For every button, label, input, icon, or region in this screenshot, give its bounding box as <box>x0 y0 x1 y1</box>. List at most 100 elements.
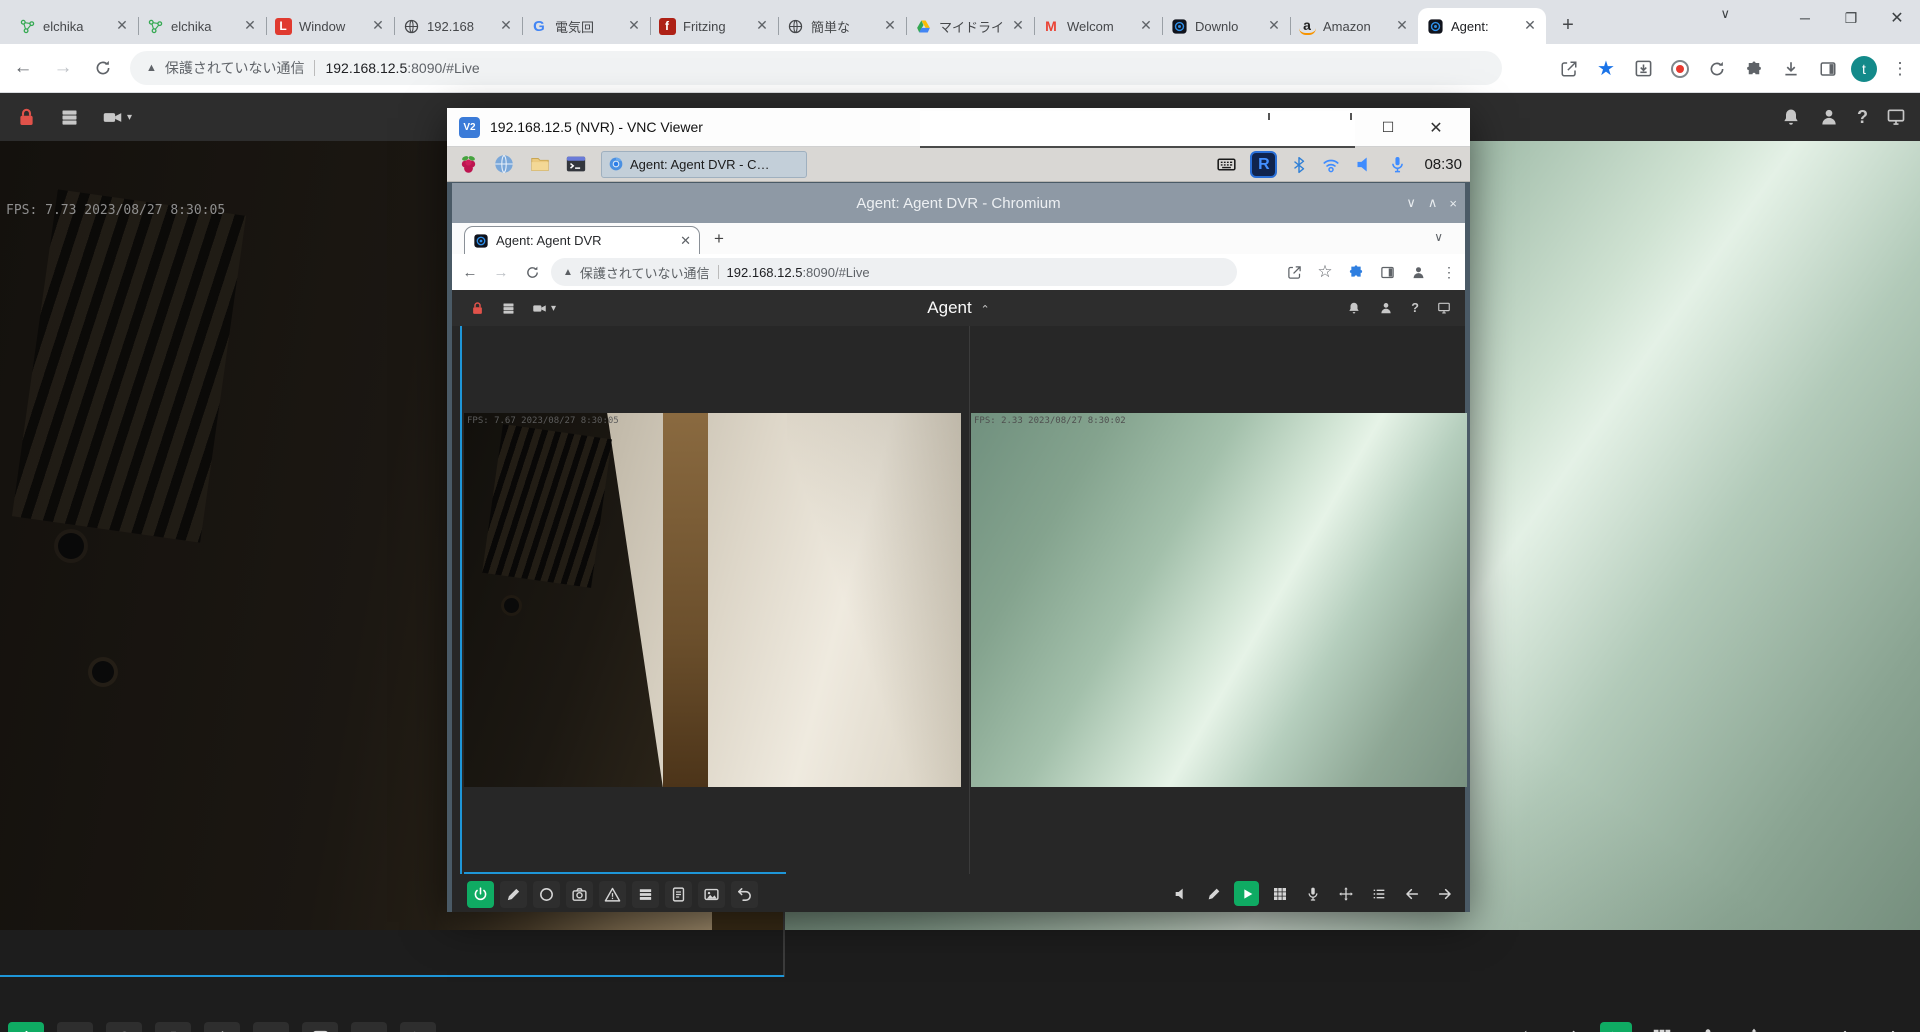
microphone-button[interactable] <box>1300 881 1325 906</box>
agent-page-title[interactable]: Agent ⌃ <box>452 298 1465 318</box>
arrow-left-button[interactable] <box>1830 1022 1862 1032</box>
chromium-address-bar[interactable]: ▲ 保護されていない通信 192.168.12.5 :8090/#Live <box>551 258 1237 286</box>
downloads-icon[interactable] <box>1777 55 1805 83</box>
chromium-reload-button[interactable] <box>519 259 545 285</box>
monitor-button[interactable] <box>1437 301 1451 315</box>
play-button[interactable] <box>1600 1022 1632 1032</box>
chromium-maximize-button[interactable]: ∧ <box>1428 195 1438 211</box>
side-panel-icon[interactable] <box>1814 55 1842 83</box>
speaker-button[interactable] <box>1508 1022 1540 1032</box>
layers-button[interactable] <box>253 1022 289 1032</box>
address-bar[interactable]: ▲ 保護されていない通信 192.168.12.5 :8090/#Live <box>130 51 1502 85</box>
extensions-puzzle-icon[interactable] <box>1740 55 1768 83</box>
volume-icon[interactable] <box>1354 154 1375 175</box>
microphone-button[interactable] <box>1692 1022 1724 1032</box>
browser-tab-7[interactable]: 簡単な✕ <box>778 8 906 44</box>
monitor-button[interactable] <box>1886 107 1906 127</box>
document-button[interactable] <box>302 1022 338 1032</box>
raspberry-menu-icon[interactable] <box>453 150 483 178</box>
download-box-icon[interactable] <box>1629 55 1657 83</box>
record-circle-button[interactable] <box>533 881 560 908</box>
vnc-server-tray-icon[interactable]: R <box>1250 151 1277 178</box>
chromium-tab-chevron-icon[interactable]: ∨ <box>1434 230 1443 244</box>
arrow-left-button[interactable] <box>1399 881 1424 906</box>
grid-button[interactable] <box>1267 881 1292 906</box>
vnc-toolbar-strip[interactable] <box>920 111 1355 148</box>
recording-indicator-icon[interactable] <box>1666 55 1694 83</box>
move-button[interactable] <box>1738 1022 1770 1032</box>
forward-button[interactable]: → <box>46 51 80 85</box>
browser-tab-11[interactable]: aAmazon✕ <box>1290 8 1418 44</box>
power-button[interactable] <box>467 881 494 908</box>
share-icon[interactable] <box>1283 261 1305 283</box>
tab-close-icon[interactable]: ✕ <box>626 18 642 34</box>
person-button[interactable] <box>1379 301 1393 315</box>
help-button[interactable]: ? <box>1411 301 1419 315</box>
sync-icon[interactable] <box>1703 55 1731 83</box>
vnc-close-button[interactable]: ✕ <box>1412 118 1460 138</box>
camera-button[interactable] <box>566 881 593 908</box>
window-maximize-button[interactable]: ❐ <box>1828 10 1874 27</box>
security-label[interactable]: 保護されていない通信 <box>580 263 710 282</box>
undo-button[interactable] <box>400 1022 436 1032</box>
grid-button[interactable] <box>1646 1022 1678 1032</box>
warning-button[interactable] <box>204 1022 240 1032</box>
tab-close-icon[interactable]: ✕ <box>498 18 514 34</box>
vnc-maximize-button[interactable]: ☐ <box>1364 119 1412 136</box>
tab-close-icon[interactable]: ✕ <box>1010 18 1026 34</box>
window-minimize-button[interactable]: ─ <box>1782 10 1828 26</box>
terminal-icon[interactable] <box>561 150 591 178</box>
profile-avatar[interactable]: t <box>1851 56 1877 82</box>
tab-search-chevron-icon[interactable]: ∨ <box>1720 6 1730 22</box>
browser-tab-1[interactable]: elchika✕ <box>10 8 138 44</box>
layers-button[interactable] <box>632 881 659 908</box>
move-button[interactable] <box>1333 881 1358 906</box>
browser-tab-3[interactable]: LWindow✕ <box>266 8 394 44</box>
profile-icon[interactable] <box>1407 261 1429 283</box>
chromium-tab-agent-dvr[interactable]: Agent: Agent DVR ✕ <box>464 226 700 254</box>
list-button[interactable] <box>1366 881 1391 906</box>
side-panel-icon[interactable] <box>1376 261 1398 283</box>
browser-tab-4[interactable]: 192.168✕ <box>394 8 522 44</box>
arrow-right-button[interactable] <box>1432 881 1457 906</box>
wifi-icon[interactable] <box>1321 155 1341 175</box>
play-button[interactable] <box>1234 881 1259 906</box>
pencil-button[interactable] <box>500 881 527 908</box>
browser-tab-9[interactable]: MWelcom✕ <box>1034 8 1162 44</box>
tab-close-icon[interactable]: ✕ <box>242 18 258 34</box>
tab-close-icon[interactable]: ✕ <box>1266 18 1282 34</box>
tab-close-icon[interactable]: ✕ <box>1522 18 1538 34</box>
browser-tab-8[interactable]: マイドライ✕ <box>906 8 1034 44</box>
reload-button[interactable] <box>86 51 120 85</box>
back-button[interactable]: ← <box>6 51 40 85</box>
file-manager-icon[interactable] <box>525 150 555 178</box>
pencil-button[interactable] <box>1201 881 1226 906</box>
browser-tab-6[interactable]: fFritzing✕ <box>650 8 778 44</box>
camera-button[interactable] <box>155 1022 191 1032</box>
undo-button[interactable] <box>731 881 758 908</box>
bluetooth-icon[interactable] <box>1290 156 1308 174</box>
taskbar-clock[interactable]: 08:30 <box>1424 156 1462 173</box>
browser-tab-10[interactable]: Downlo✕ <box>1162 8 1290 44</box>
tab-close-icon[interactable]: ✕ <box>1394 18 1410 34</box>
person-button[interactable] <box>1819 107 1839 127</box>
camera-feed-speaker[interactable] <box>464 413 961 787</box>
browser-tab-12[interactable]: Agent:✕ <box>1418 8 1546 44</box>
taskbar-task-chromium[interactable]: Agent: Agent DVR - C… <box>601 151 807 178</box>
bell-button[interactable] <box>1781 107 1801 127</box>
tab-close-icon[interactable]: ✕ <box>680 233 691 249</box>
bookmark-star-icon[interactable]: ★ <box>1592 55 1620 83</box>
document-button[interactable] <box>665 881 692 908</box>
arrow-right-button[interactable] <box>1876 1022 1908 1032</box>
keyboard-icon[interactable] <box>1216 154 1237 175</box>
tab-close-icon[interactable]: ✕ <box>882 18 898 34</box>
chromium-menu-icon[interactable]: ⋮ <box>1438 261 1460 283</box>
chromium-title-bar[interactable]: Agent: Agent DVR - Chromium ∨ ∧ × <box>452 183 1465 223</box>
tab-close-icon[interactable]: ✕ <box>754 18 770 34</box>
speaker-button[interactable] <box>1168 881 1193 906</box>
pencil-button[interactable] <box>1554 1022 1586 1032</box>
share-icon[interactable] <box>1555 55 1583 83</box>
new-tab-button[interactable]: + <box>1554 12 1582 40</box>
power-button[interactable] <box>8 1022 44 1032</box>
chromium-back-button[interactable]: ← <box>457 259 483 285</box>
